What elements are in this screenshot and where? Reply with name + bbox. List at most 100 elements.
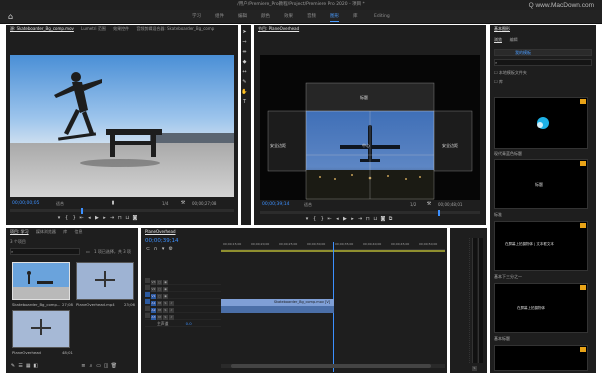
tab-lumetri-scopes[interactable]: Lumetri 范围 xyxy=(81,26,106,31)
source-patch-a1[interactable] xyxy=(145,299,150,304)
workspace-assembly[interactable]: 组件 xyxy=(215,13,224,21)
slip-tool-icon[interactable]: ↔ xyxy=(241,69,248,76)
go-to-out-icon[interactable]: ⇥ xyxy=(109,215,115,221)
eg-template-tile-1[interactable] xyxy=(494,97,588,149)
solo-left-icon[interactable]: S xyxy=(472,366,477,371)
project-search-input[interactable]: ⌕ xyxy=(10,248,80,255)
new-item-icon[interactable]: ◫ xyxy=(103,363,109,369)
program-export-frame-icon[interactable]: ◙ xyxy=(380,216,386,222)
tab-source[interactable]: 源: Skateboarder_Bg_comp.mov xyxy=(10,26,74,31)
eg-tab-edit[interactable]: 编辑 xyxy=(510,37,518,42)
workspace-graphics[interactable]: 图形 xyxy=(330,13,339,22)
program-wrench-icon[interactable]: ⚒ xyxy=(426,201,432,207)
selection-tool-icon[interactable]: ➤ xyxy=(241,29,248,36)
workspace-editing[interactable]: 编辑 xyxy=(238,13,247,21)
source-video-frame[interactable] xyxy=(10,55,234,197)
list-view-icon[interactable]: ☰ xyxy=(18,363,24,369)
eg-search-input[interactable]: ⌕ xyxy=(494,59,592,66)
source-patch[interactable] xyxy=(145,278,150,283)
bin-item-skateboarder[interactable] xyxy=(12,262,70,300)
add-marker-timeline-icon[interactable]: ▾ xyxy=(160,246,166,252)
master-volume[interactable]: 0.0 xyxy=(186,321,192,326)
program-go-to-in-icon[interactable]: ⇤ xyxy=(327,216,333,222)
type-tool-icon[interactable]: T xyxy=(241,99,248,106)
program-play-icon[interactable]: ▶ xyxy=(342,216,348,222)
step-back-icon[interactable]: ◂ xyxy=(86,215,92,221)
source-resolution-dropdown[interactable]: 1/4 xyxy=(162,201,168,206)
timeline-settings-icon[interactable]: ⚙ xyxy=(168,246,174,252)
source-timecode-current[interactable]: 00;00;00;05 xyxy=(12,201,39,206)
new-bin-footer-icon[interactable]: ▭ xyxy=(96,363,102,369)
tab-audio-clip-mixer[interactable]: 音频剪辑混合器: Skateboarder_Bg_comp xyxy=(136,26,214,31)
program-mark-in-icon[interactable]: { xyxy=(312,216,318,222)
tab-timeline-sequence[interactable]: PlaneOverhead xyxy=(145,229,176,234)
source-patch[interactable] xyxy=(145,306,150,311)
source-patch-v1[interactable] xyxy=(145,292,150,297)
program-fit-dropdown[interactable]: 适合 xyxy=(304,202,312,208)
write-protect-icon[interactable]: ✎ xyxy=(10,363,16,369)
insert-marker-icon[interactable]: ▮ xyxy=(110,200,116,206)
extract-icon[interactable]: ⊔ xyxy=(372,216,378,222)
source-fit-dropdown[interactable]: 适合 xyxy=(56,201,64,207)
workspace-libraries[interactable]: 库 xyxy=(353,13,358,21)
linked-selection-icon[interactable]: ∩ xyxy=(153,246,159,252)
source-scrub-bar[interactable] xyxy=(10,208,234,214)
eg-tab-browse[interactable]: 浏览 xyxy=(494,37,502,42)
timeline-horizontal-scrollbar[interactable] xyxy=(221,364,445,368)
eg-template-tile-2[interactable]: 标题 xyxy=(494,159,588,209)
step-forward-icon[interactable]: ▸ xyxy=(102,215,108,221)
program-timecode-current[interactable]: 00;00;39;14 xyxy=(262,202,289,207)
workspace-color[interactable]: 颜色 xyxy=(261,13,270,21)
clip-v1-skateboarder[interactable]: Skateboarder_Bg_comp.mov [V] xyxy=(271,299,333,306)
overwrite-icon[interactable]: ⊔ xyxy=(124,215,130,221)
wrench-icon[interactable]: ⚒ xyxy=(180,200,186,206)
eg-checkbox-library[interactable]: ☐ 库 xyxy=(494,79,503,85)
eg-template-tile-4[interactable]: 在屏幕上拍摄物体 xyxy=(494,283,588,333)
tab-program[interactable]: 节目: PlaneOverhead xyxy=(258,26,299,31)
comparison-view-icon[interactable]: ⧉ xyxy=(388,216,394,222)
bin-item-planeoverhead-mp4[interactable] xyxy=(76,262,134,300)
sort-icon[interactable]: ≡ xyxy=(80,363,86,369)
insert-icon[interactable]: ⊓ xyxy=(117,215,123,221)
source-patch[interactable] xyxy=(145,313,150,318)
razor-tool-icon[interactable]: ◆ xyxy=(241,59,248,66)
program-video-frame[interactable]: 标题 中心 安全边距 安全边距 xyxy=(260,55,480,200)
tab-effect-controls[interactable]: 效果控件 xyxy=(113,26,129,31)
hand-tool-icon[interactable]: ✋ xyxy=(241,89,248,96)
freeform-view-icon[interactable]: ◧ xyxy=(33,363,39,369)
clip-a1-audio[interactable] xyxy=(221,306,334,313)
eg-template-dropdown[interactable]: 我的模板 xyxy=(494,49,592,56)
source-patch[interactable] xyxy=(145,285,150,290)
source-playhead[interactable] xyxy=(81,208,83,214)
workspace-editing-en[interactable]: Editing xyxy=(374,13,390,21)
workspace-effects[interactable]: 效果 xyxy=(284,13,293,21)
new-bin-icon[interactable]: ▭ xyxy=(86,249,90,254)
icon-view-icon[interactable]: ▦ xyxy=(25,363,31,369)
program-scrub-bar[interactable] xyxy=(260,210,480,216)
program-go-to-out-icon[interactable]: ⇥ xyxy=(357,216,363,222)
snap-icon[interactable]: ⊂ xyxy=(145,246,151,252)
mark-in-icon[interactable]: { xyxy=(64,215,70,221)
track-select-tool-icon[interactable]: ⇒ xyxy=(241,39,248,46)
home-icon[interactable]: ⌂ xyxy=(8,12,19,22)
tab-libraries[interactable]: 库 xyxy=(63,229,67,234)
workspace-learn[interactable]: 学习 xyxy=(192,13,201,21)
bin-item-planeoverhead-sequence[interactable] xyxy=(12,310,70,348)
program-step-forward-icon[interactable]: ▸ xyxy=(350,216,356,222)
tab-info[interactable]: 信息 xyxy=(74,229,82,234)
clear-icon[interactable]: 🗑 xyxy=(111,363,117,369)
program-resolution-dropdown[interactable]: 1/2 xyxy=(410,202,416,207)
timeline-timecode[interactable]: 00;00;39;14 xyxy=(145,238,179,244)
pen-tool-icon[interactable]: ✎ xyxy=(241,79,248,86)
workspace-audio[interactable]: 音频 xyxy=(307,13,316,21)
program-mark-out-icon[interactable]: } xyxy=(319,216,325,222)
add-marker-icon[interactable]: ▾ xyxy=(56,215,62,221)
lift-icon[interactable]: ⊓ xyxy=(365,216,371,222)
play-icon[interactable]: ▶ xyxy=(94,215,100,221)
ripple-edit-tool-icon[interactable]: ⇹ xyxy=(241,49,248,56)
program-step-back-icon[interactable]: ◂ xyxy=(334,216,340,222)
eg-template-tile-3[interactable]: 在屏幕上拍摄物体 | 文本框文本 xyxy=(494,221,588,271)
timeline-scroll-thumb[interactable] xyxy=(231,364,431,368)
go-to-in-icon[interactable]: ⇤ xyxy=(79,215,85,221)
program-add-marker-icon[interactable]: ▾ xyxy=(304,216,310,222)
